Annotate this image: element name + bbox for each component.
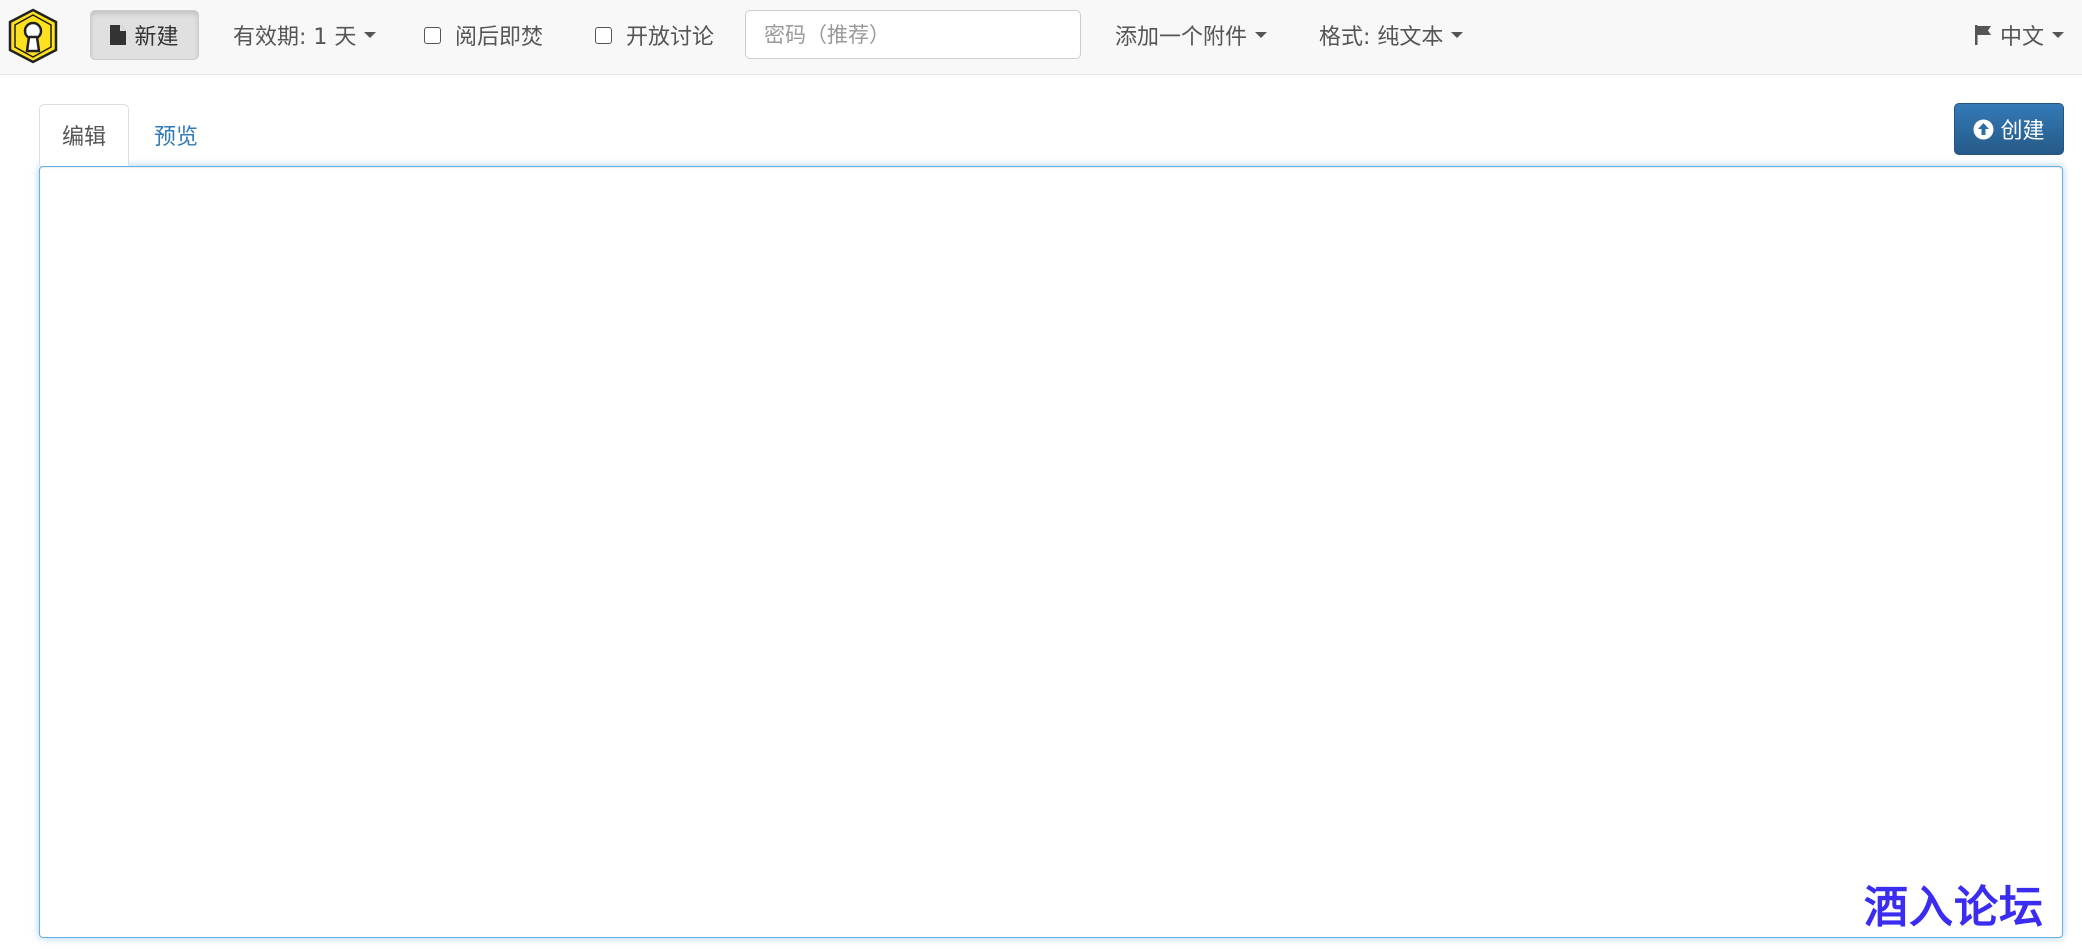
tab-preview[interactable]: 预览 (139, 104, 213, 166)
attachment-label: 添加一个附件 (1115, 25, 1248, 50)
burn-after-reading-toggle[interactable]: 阅后即焚 (424, 0, 543, 70)
flag-icon (1975, 25, 1991, 45)
format-label: 格式: 纯文本 (1319, 25, 1444, 50)
caret-down-icon (1451, 32, 1464, 38)
new-button-label: 新建 (134, 25, 179, 50)
create-button[interactable]: 创建 (1954, 103, 2064, 155)
expiry-label: 有效期: 1 天 (233, 25, 357, 50)
create-button-label: 创建 (2000, 119, 2045, 144)
expiry-dropdown[interactable]: 有效期: 1 天 (233, 0, 377, 70)
new-paste-button[interactable]: 新建 (90, 10, 199, 60)
caret-down-icon (364, 32, 377, 38)
burn-after-reading-label: 阅后即焚 (455, 25, 544, 50)
tab-edit[interactable]: 编辑 (39, 104, 129, 166)
tab-edit-label: 编辑 (61, 125, 106, 150)
keyhole-logo-icon[interactable] (6, 8, 60, 64)
top-navbar: 新建 有效期: 1 天 阅后即焚 开放讨论 添加一个附件 格式: 纯文本 中文 (0, 0, 2082, 75)
burn-after-reading-checkbox[interactable] (424, 26, 441, 44)
watermark-text: 酒入论坛 (1864, 882, 2044, 933)
attachment-dropdown[interactable]: 添加一个附件 (1115, 0, 1268, 70)
caret-down-icon (2052, 32, 2065, 38)
circle-arrow-up-icon (1973, 119, 1994, 139)
language-dropdown[interactable]: 中文 (1974, 0, 2065, 70)
password-input[interactable] (745, 10, 1081, 59)
paste-editor-textarea[interactable] (39, 166, 2063, 938)
tab-preview-label: 预览 (153, 125, 198, 150)
open-discussion-checkbox[interactable] (595, 26, 612, 44)
open-discussion-label: 开放讨论 (626, 25, 715, 50)
format-dropdown[interactable]: 格式: 纯文本 (1319, 0, 1464, 70)
file-icon (110, 25, 127, 45)
open-discussion-toggle[interactable]: 开放讨论 (595, 0, 714, 70)
language-label: 中文 (2000, 25, 2045, 50)
caret-down-icon (1255, 32, 1268, 38)
